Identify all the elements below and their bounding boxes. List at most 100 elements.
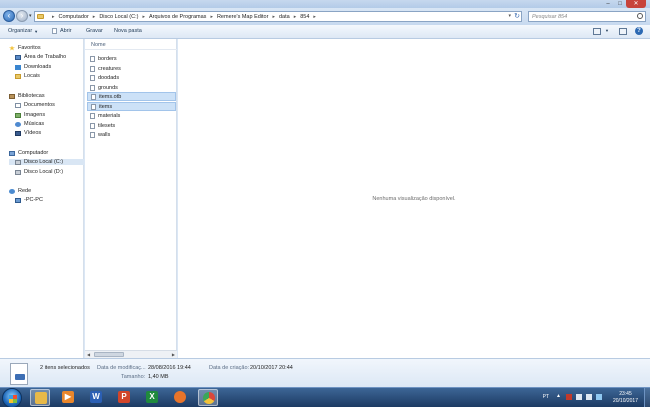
language-indicator[interactable]: PT [543,394,549,400]
breadcrumb-program-files[interactable]: Arquivos de Programas [149,14,206,20]
modified-value: 28/08/2016 19:44 [148,365,191,371]
preview-message: Nenhuma visualização disponível. [372,196,456,202]
refresh-icon[interactable]: ↻ [514,12,520,20]
breadcrumb-separator-icon[interactable]: ▸ [52,14,55,20]
file-item-selected[interactable]: items.otb [87,92,176,101]
breadcrumb-separator-icon[interactable]: ▸ [313,14,316,20]
battery-icon[interactable] [596,394,602,400]
start-button[interactable] [2,388,22,407]
file-item[interactable]: tilesets [87,121,176,130]
breadcrumb-data[interactable]: data [279,14,290,20]
action-center-icon[interactable] [566,394,572,400]
taskbar-chrome[interactable] [198,389,218,406]
breadcrumb-computer[interactable]: Computador [59,14,89,20]
address-dropdown-icon[interactable]: ▾ [508,13,511,19]
open-button[interactable]: Abrir [52,28,72,34]
nav-item-videos[interactable]: Vídeos [15,130,41,136]
desktop-icon [15,54,21,60]
created-value: 20/10/2017 20:44 [250,365,293,371]
library-icon [9,93,15,99]
search-input[interactable]: Pesquisar 854 [528,11,646,22]
column-header-name[interactable]: Nome [85,39,177,50]
file-item-selected[interactable]: items [87,102,176,111]
minimize-button[interactable]: – [602,0,614,8]
file-name: items [99,103,113,110]
view-options-dropdown-icon[interactable]: ▼ [603,28,609,33]
help-icon[interactable]: ? [635,27,643,35]
breadcrumb-separator-icon[interactable]: ▸ [142,14,145,20]
nav-item-downloads[interactable]: Downloads [15,64,51,70]
search-icon[interactable] [637,13,643,19]
nav-item-documents[interactable]: Documentos [15,102,55,108]
close-button[interactable]: ✕ [626,0,646,8]
preview-pane-icon[interactable] [619,28,627,35]
organize-button[interactable]: Organizar ▼ [8,28,38,34]
recent-pages-dropdown-icon[interactable]: ▾ [29,13,32,19]
taskbar-word[interactable]: W [86,389,106,406]
file-item[interactable]: borders [87,54,176,63]
nav-item-music[interactable]: Músicas [15,121,44,127]
nav-label: Favoritos [18,45,41,51]
taskbar-explorer[interactable] [30,389,50,406]
details-pane: 2 itens selecionados Data de modificaç..… [0,358,650,387]
clock[interactable]: 23:45 20/10/2017 [613,391,638,405]
taskbar-powerpoint[interactable]: P [114,389,134,406]
new-folder-button[interactable]: Nova pasta [114,28,142,34]
network-icon[interactable] [576,394,582,400]
open-label: Abrir [60,28,72,34]
horizontal-scrollbar[interactable]: ◀ ▶ [85,350,177,358]
file-icon [90,74,95,81]
nav-item-disk-d[interactable]: Disco Local (D:) [15,169,63,175]
nav-item-images[interactable]: Imagens [15,112,45,118]
show-desktop-button[interactable] [644,388,650,407]
nav-computer[interactable]: Computador [9,150,48,156]
file-item[interactable]: materials [87,111,176,120]
file-item[interactable]: creatures [87,64,176,73]
breadcrumb-separator-icon[interactable]: ▸ [93,14,96,20]
breadcrumb-separator-icon[interactable]: ▸ [294,14,297,20]
file-name: walls [98,131,111,138]
nav-item-desktop[interactable]: Área de Trabalho [15,54,66,60]
file-name: doodads [98,74,120,81]
folder-icon [35,392,47,404]
breadcrumb-854[interactable]: 854 [300,14,309,20]
scroll-right-icon[interactable]: ▶ [172,352,175,357]
taskbar-media-player[interactable]: ▶ [58,389,78,406]
breadcrumb-separator-icon[interactable]: ▸ [210,14,213,20]
nav-network[interactable]: Rede [9,188,31,194]
breadcrumb-disk-c[interactable]: Disco Local (C:) [99,14,138,20]
maximize-button[interactable]: □ [614,0,626,8]
taskbar-firefox[interactable] [170,389,190,406]
breadcrumb-rme[interactable]: Remere's Map Editor [217,14,269,20]
chevron-down-icon: ▼ [605,28,609,33]
scroll-left-icon[interactable]: ◀ [87,352,90,357]
breadcrumb-separator-icon[interactable]: ▸ [272,14,275,20]
nav-label: Locais [24,73,40,79]
media-player-icon: ▶ [62,391,74,403]
burn-button[interactable]: Gravar [86,28,103,34]
new-folder-label: Nova pasta [114,28,142,34]
nav-item-pc[interactable]: -PC-PC [15,197,43,203]
nav-favorites[interactable]: Favoritos [9,45,41,51]
nav-label: Músicas [24,121,45,127]
forward-button[interactable]: › [16,10,28,22]
file-name: materials [98,112,121,119]
nav-label: Área de Trabalho [24,54,67,60]
nav-libraries[interactable]: Bibliotecas [9,93,45,99]
nav-item-disk-c[interactable]: Disco Local (C:) [9,159,84,165]
file-item[interactable]: grounds [87,83,176,92]
scrollbar-thumb[interactable] [94,352,124,357]
address-bar[interactable]: ▸ Computador ▸ Disco Local (C:) ▸ Arquiv… [34,11,522,22]
back-button[interactable]: ‹ [3,10,15,22]
show-hidden-icons-icon[interactable]: ▲ [556,393,562,399]
nav-item-places[interactable]: Locais [15,73,40,79]
file-item[interactable]: walls [87,130,176,139]
taskbar-excel[interactable]: X [142,389,162,406]
navigation-pane: Favoritos Área de Trabalho Downloads Loc… [0,39,84,358]
volume-icon[interactable] [586,394,592,400]
recent-places-icon [15,73,21,79]
search-placeholder: Pesquisar 854 [532,14,568,20]
drive-icon [15,159,21,165]
file-item[interactable]: doodads [87,73,176,82]
change-view-icon[interactable] [593,28,601,35]
